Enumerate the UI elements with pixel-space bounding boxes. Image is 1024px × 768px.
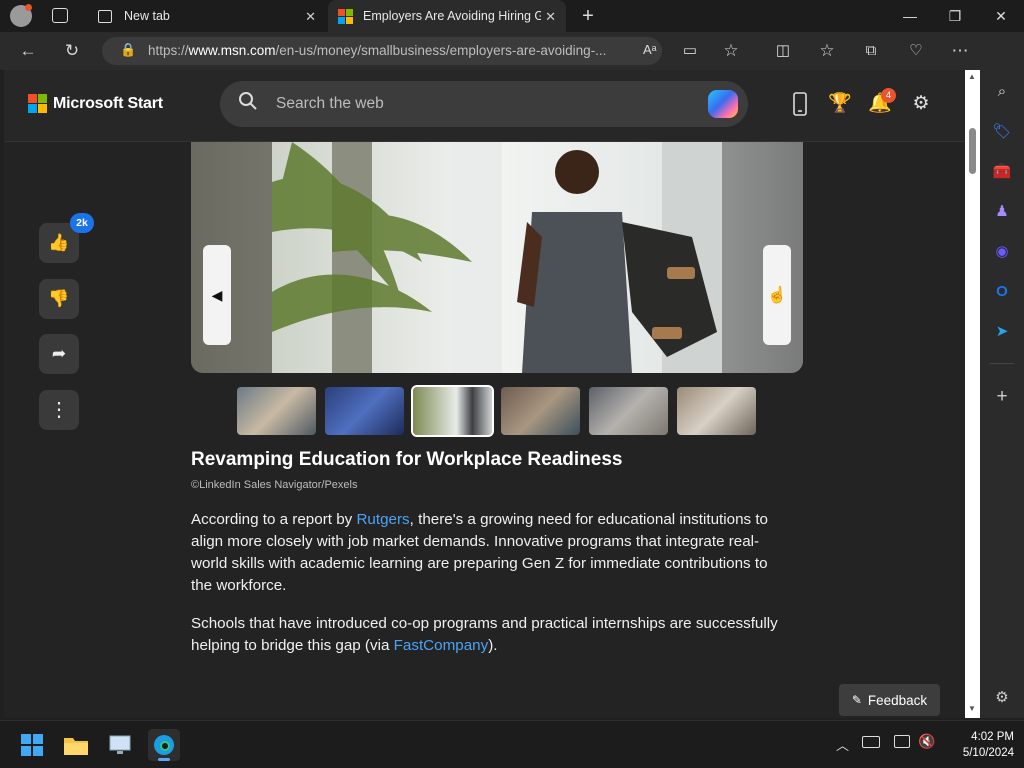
- more-actions-button[interactable]: ⋮: [39, 390, 79, 430]
- add-favorite-icon[interactable]: ☆: [720, 41, 742, 61]
- tab-label: New tab: [124, 9, 170, 23]
- refresh-icon[interactable]: ↻: [61, 41, 83, 61]
- sidebar-divider: [990, 363, 1014, 364]
- carousel-thumbnail-6[interactable]: [677, 387, 756, 435]
- start-windows-icon[interactable]: [16, 729, 48, 761]
- tab-label: Employers Are Avoiding Hiring G: [363, 9, 541, 23]
- lock-icon[interactable]: 🔒: [120, 42, 136, 58]
- read-aloud-icon[interactable]: Aᵃ: [643, 42, 657, 57]
- microsoft-365-icon[interactable]: ◉: [991, 241, 1013, 263]
- url-text[interactable]: https://www.msn.com/en-us/money/smallbus…: [148, 43, 606, 58]
- brand-name: Microsoft Start: [53, 94, 163, 112]
- search-box[interactable]: [220, 81, 748, 127]
- address-bar[interactable]: 🔒 https://www.msn.com/en-us/money/smallb…: [102, 37, 662, 65]
- page-content: Microsoft Start 🏆 🔔 4 ⚙ 👍 2k 👎 ➦ ⋮: [4, 70, 965, 718]
- volume-muted-icon[interactable]: 🔇: [918, 733, 935, 750]
- back-arrow-icon[interactable]: ←: [17, 41, 39, 61]
- tab-actions-icon[interactable]: [52, 8, 68, 23]
- carousel-thumbnail-4[interactable]: [501, 387, 580, 435]
- fastcompany-link[interactable]: FastCompany: [394, 637, 489, 654]
- article-paragraph-2: Schools that have introduced co-op progr…: [191, 615, 778, 654]
- games-icon[interactable]: ♟: [991, 201, 1013, 223]
- new-tab-plus-icon[interactable]: +: [578, 6, 598, 26]
- carousel-thumbnail-1[interactable]: [237, 387, 316, 435]
- carousel-thumbnail-2[interactable]: [325, 387, 404, 435]
- more-options-icon[interactable]: ⋯: [949, 41, 971, 61]
- hand-cursor-icon: ☝: [767, 287, 787, 304]
- split-screen-icon[interactable]: ◫: [772, 41, 794, 61]
- carousel-thumbnail-5[interactable]: [589, 387, 668, 435]
- title-bar: New tab ✕ Employers Are Avoiding Hiring …: [0, 0, 1024, 32]
- search-input[interactable]: [276, 91, 696, 117]
- scroll-up-arrow-icon[interactable]: ▲: [968, 72, 976, 81]
- image-credit: ©LinkedIn Sales Navigator/Pexels: [191, 479, 358, 491]
- windows-taskbar: ︿ 🔇 4:02 PM 5/10/2024: [0, 720, 1024, 768]
- settings-gear-icon[interactable]: ⚙: [909, 92, 933, 116]
- clock-time: 4:02 PM: [971, 731, 1014, 743]
- clock-date: 5/10/2024: [962, 747, 1014, 759]
- edge-browser-icon[interactable]: [148, 729, 180, 761]
- scrollbar-thumb[interactable]: [969, 128, 976, 174]
- keyboard-icon[interactable]: [862, 736, 880, 748]
- copilot-icon[interactable]: [708, 90, 738, 118]
- article-paragraph-1: According to a report by Rutgers, there'…: [191, 511, 768, 594]
- outlook-icon[interactable]: O: [991, 281, 1013, 303]
- notification-badge: 4: [881, 88, 896, 103]
- scroll-down-arrow-icon[interactable]: ▼: [968, 704, 976, 713]
- carousel-thumbnail-3[interactable]: [411, 385, 494, 437]
- slide-title: Revamping Education for Workplace Readin…: [191, 449, 623, 470]
- restore-icon[interactable]: ❐: [945, 6, 965, 26]
- brand-logo[interactable]: Microsoft Start: [28, 94, 163, 113]
- tab-new-tab[interactable]: New tab ✕: [88, 0, 326, 32]
- close-icon[interactable]: ✕: [305, 9, 316, 25]
- search-icon[interactable]: ⌕: [991, 81, 1013, 103]
- tab-article[interactable]: Employers Are Avoiding Hiring G ✕: [328, 0, 566, 32]
- shopping-tag-icon[interactable]: 🏷: [991, 121, 1013, 143]
- new-tab-icon: [98, 9, 112, 23]
- tools-toolbox-icon[interactable]: 🧰: [991, 161, 1013, 183]
- feedback-button[interactable]: ✎ Feedback: [839, 684, 940, 716]
- hero-image: [272, 142, 722, 373]
- carousel-prev-button[interactable]: ◀: [203, 245, 231, 345]
- show-hidden-icons-chevron-icon[interactable]: ︿: [836, 735, 849, 754]
- remote-desktop-icon[interactable]: [104, 729, 136, 761]
- browser-essentials-icon[interactable]: ♡: [905, 41, 927, 61]
- drop-send-icon[interactable]: ➤: [991, 321, 1013, 343]
- mobile-app-icon[interactable]: [788, 92, 812, 116]
- microsoft-logo-icon: [338, 8, 353, 24]
- like-count-badge: 2k: [70, 213, 94, 233]
- collections-icon[interactable]: ⧉: [860, 41, 882, 61]
- edge-sidebar: ⌕ 🏷 🧰 ♟ ◉ O ➤ + ⚙: [980, 70, 1024, 718]
- close-icon[interactable]: ✕: [545, 9, 556, 25]
- profile-avatar[interactable]: [10, 4, 32, 27]
- minimize-icon[interactable]: —: [900, 6, 920, 26]
- network-icon[interactable]: [894, 735, 910, 748]
- active-app-indicator: [158, 758, 170, 761]
- rutgers-link[interactable]: Rutgers: [356, 511, 409, 528]
- image-carousel: ◀ ☝: [191, 142, 803, 373]
- search-icon: [238, 91, 258, 111]
- microsoft-logo-icon: [28, 94, 47, 113]
- system-clock[interactable]: 4:02 PM 5/10/2024: [944, 729, 1014, 761]
- msn-header: Microsoft Start 🏆 🔔 4 ⚙: [4, 70, 965, 142]
- share-button[interactable]: ➦: [39, 334, 79, 374]
- file-explorer-icon[interactable]: [60, 729, 92, 761]
- close-window-icon[interactable]: ✕: [991, 6, 1011, 26]
- dislike-button[interactable]: 👎: [39, 279, 79, 319]
- sidebar-settings-icon[interactable]: ⚙: [991, 687, 1013, 709]
- add-sidebar-app-icon[interactable]: +: [991, 386, 1013, 408]
- page-scrollbar[interactable]: ▲ ▼: [965, 70, 980, 718]
- carousel-next-button[interactable]: ☝: [763, 245, 791, 345]
- favorites-icon[interactable]: ☆: [816, 41, 838, 61]
- feedback-icon: ✎: [851, 693, 862, 707]
- rewards-trophy-icon[interactable]: 🏆: [828, 92, 852, 116]
- immersive-reader-icon[interactable]: ▭: [679, 41, 701, 61]
